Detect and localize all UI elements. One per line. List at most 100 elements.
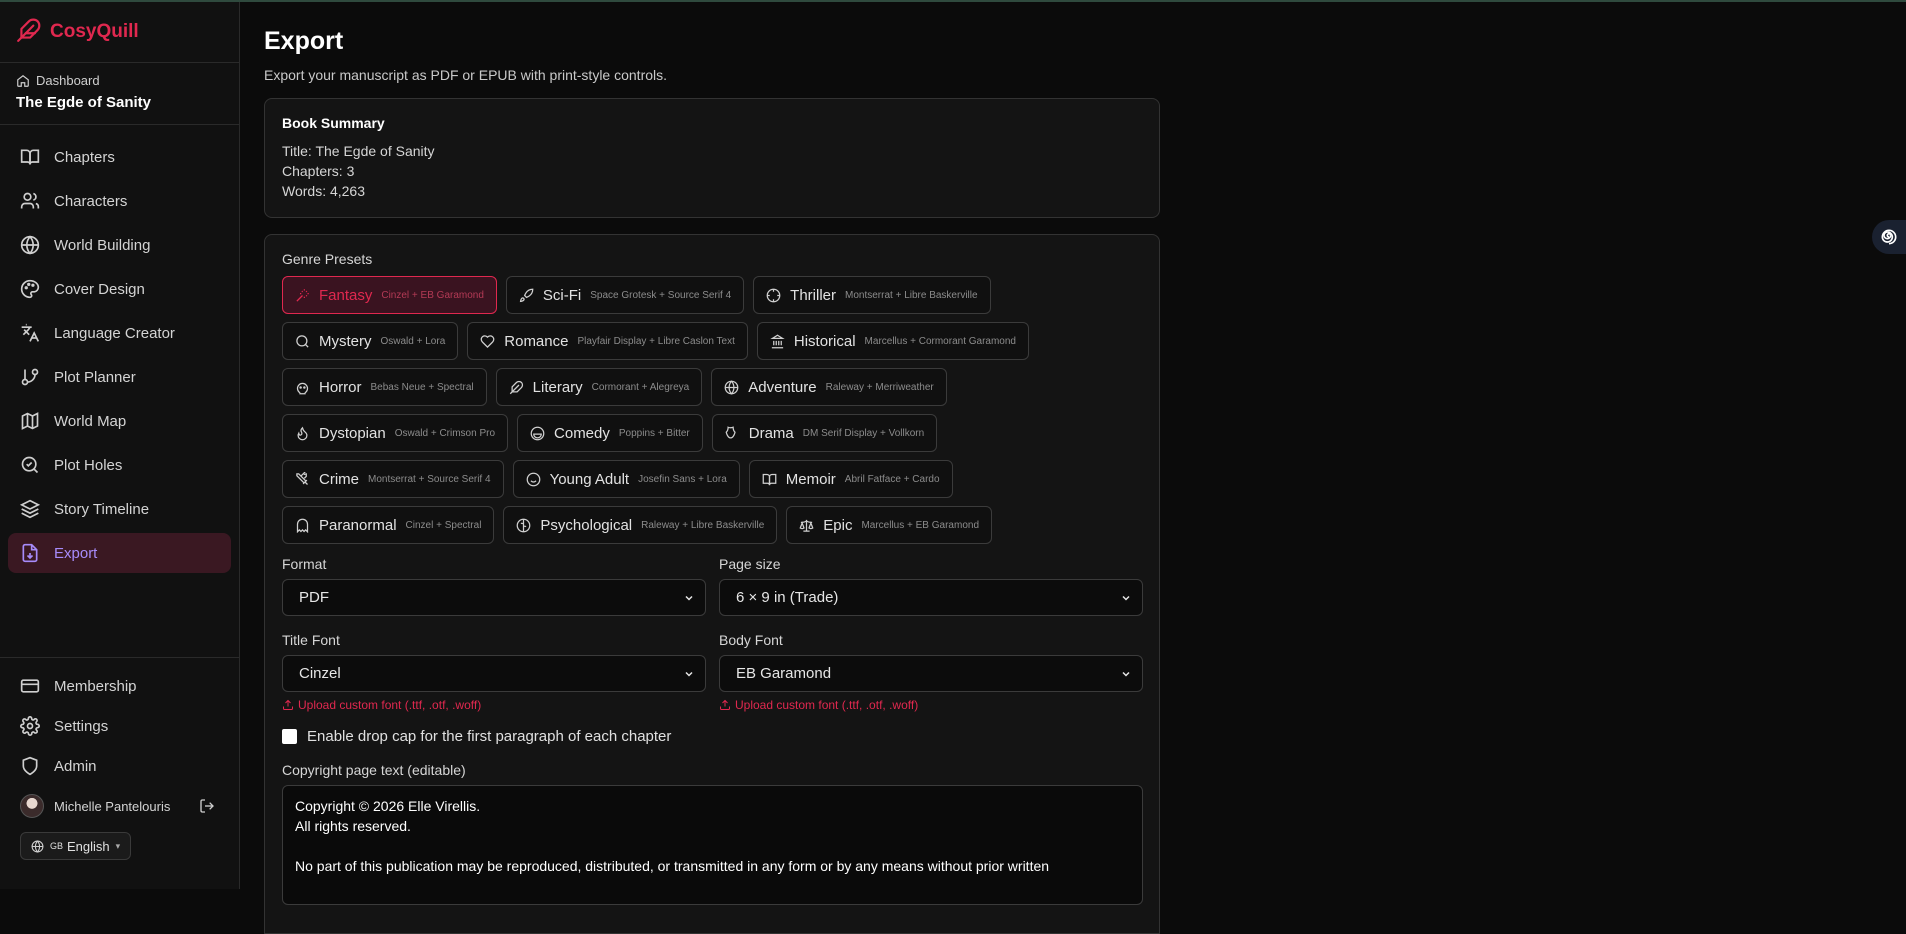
rocket-icon xyxy=(519,288,534,302)
brand[interactable]: CosyQuill xyxy=(0,2,239,63)
upload-title-font-link[interactable]: Upload custom font (.ttf, .otf, .woff) xyxy=(282,698,706,712)
smile-icon xyxy=(526,472,540,486)
sidebar-item-characters[interactable]: Characters xyxy=(8,181,231,221)
landmark-icon xyxy=(770,334,785,348)
preset-fonts: Bebas Neue + Spectral xyxy=(370,381,474,393)
preset-literary[interactable]: Literary Cormorant + Alegreya xyxy=(495,368,703,406)
title-font-label: Title Font xyxy=(282,632,340,648)
preset-dystopian[interactable]: Dystopian Oswald + Crimson Pro xyxy=(282,414,509,452)
title-font-select[interactable]: Cinzel xyxy=(282,655,706,692)
logout-icon[interactable] xyxy=(199,798,215,814)
preset-row: Dystopian Oswald + Crimson Pro Comedy Po… xyxy=(282,414,1143,452)
preset-drama[interactable]: Drama DM Serif Display + Vollkorn xyxy=(711,414,938,452)
floating-assistant-button[interactable] xyxy=(1872,220,1906,254)
sidebar-item-plot-holes[interactable]: Plot Holes xyxy=(8,445,231,485)
preset-fonts: Oswald + Lora xyxy=(380,335,446,347)
drop-cap-checkbox[interactable] xyxy=(282,729,297,744)
brain-icon xyxy=(517,518,531,532)
sidebar-item-chapters[interactable]: Chapters xyxy=(8,137,231,177)
membership-label: Membership xyxy=(54,677,137,695)
format-value: PDF xyxy=(299,589,329,606)
sidebar-item-label: Plot Holes xyxy=(54,456,123,474)
body-font-group: Body Font EB Garamond Upload custom font… xyxy=(719,632,1143,712)
sidebar-item-cover-design[interactable]: Cover Design xyxy=(8,269,231,309)
preset-romance[interactable]: Romance Playfair Display + Libre Caslon … xyxy=(467,322,748,360)
preset-historical[interactable]: Historical Marcellus + Cormorant Garamon… xyxy=(756,322,1029,360)
preset-paranormal[interactable]: Paranormal Cinzel + Spectral xyxy=(282,506,495,544)
language-selector[interactable]: GB English ▾ xyxy=(20,832,132,860)
sidebar-item-language-creator[interactable]: Language Creator xyxy=(8,313,231,353)
format-group: Format PDF xyxy=(282,556,706,616)
preset-fonts: Poppins + Bitter xyxy=(618,427,690,439)
home-icon xyxy=(17,74,29,87)
membership-link[interactable]: Membership xyxy=(8,666,231,706)
skull-icon xyxy=(296,382,309,394)
sidebar-nav: Chapters Characters World Building Cover… xyxy=(0,125,239,573)
preset-fonts: Playfair Display + Libre Caslon Text xyxy=(577,335,735,347)
page-size-label: Page size xyxy=(719,556,781,572)
feather-logo-icon xyxy=(16,17,42,48)
globe-icon xyxy=(724,379,739,395)
summary-chapters: Chapters: 3 xyxy=(282,163,355,179)
swords-icon xyxy=(296,471,308,485)
spiral-icon xyxy=(1881,229,1897,245)
preset-horror[interactable]: Horror Bebas Neue + Spectral xyxy=(282,368,487,406)
title-font-value: Cinzel xyxy=(299,665,341,682)
summary-title: Title: The Egde of Sanity xyxy=(282,143,435,159)
drop-cap-option: Enable drop cap for the first paragraph … xyxy=(282,728,1143,745)
copyright-textarea[interactable]: Copyright © 2026 Elle Virellis. All righ… xyxy=(282,785,1143,905)
settings-link[interactable]: Settings xyxy=(8,706,231,746)
preset-fantasy[interactable]: Fantasy Cinzel + EB Garamond xyxy=(282,276,497,314)
sidebar-item-label: Story Timeline xyxy=(54,500,150,518)
admin-link[interactable]: Admin xyxy=(8,746,231,786)
preset-crime[interactable]: Crime Montserrat + Source Serif 4 xyxy=(282,460,504,498)
upload-icon xyxy=(720,699,730,710)
book-open-icon xyxy=(20,149,40,165)
export-settings-card: Genre Presets Fantasy Cinzel + EB Garamo… xyxy=(264,234,1160,934)
sidebar-item-story-timeline[interactable]: Story Timeline xyxy=(8,489,231,529)
upload-body-font-link[interactable]: Upload custom font (.ttf, .otf, .woff) xyxy=(719,698,1143,712)
sidebar-item-world-map[interactable]: World Map xyxy=(8,401,231,441)
user-profile[interactable]: Michelle Pantelouris xyxy=(8,786,231,826)
sidebar-footer: Membership Settings Admin Michelle Pante… xyxy=(0,657,239,860)
preset-memoir[interactable]: Memoir Abril Fatface + Cardo xyxy=(748,460,953,498)
page-size-value: 6 × 9 in (Trade) xyxy=(736,589,839,606)
preset-adventure[interactable]: Adventure Raleway + Merriweather xyxy=(711,368,947,406)
sidebar-item-world-building[interactable]: World Building xyxy=(8,225,231,265)
preset-name: Adventure xyxy=(748,378,817,396)
preset-fonts: Raleway + Merriweather xyxy=(825,381,934,393)
preset-psychological[interactable]: Psychological Raleway + Libre Baskervill… xyxy=(503,506,778,544)
preset-row: Paranormal Cinzel + Spectral Psychologic… xyxy=(282,506,1143,544)
body-font-select[interactable]: EB Garamond xyxy=(719,655,1143,692)
page-size-select[interactable]: 6 × 9 in (Trade) xyxy=(719,579,1143,616)
preset-sci-fi[interactable]: Sci-Fi Space Grotesk + Source Serif 4 xyxy=(505,276,745,314)
preset-row: Crime Montserrat + Source Serif 4 Young … xyxy=(282,460,1143,498)
language-code: GB xyxy=(50,841,64,851)
preset-epic[interactable]: Epic Marcellus + EB Garamond xyxy=(786,506,993,544)
dashboard-link[interactable]: Dashboard xyxy=(16,73,223,88)
users-icon xyxy=(20,192,40,209)
project-header: Dashboard The Egde of Sanity xyxy=(0,63,239,125)
drop-cap-label: Enable drop cap for the first paragraph … xyxy=(307,728,672,745)
ghost-icon xyxy=(296,518,309,533)
sidebar-item-label: Cover Design xyxy=(54,280,145,298)
sidebar-item-label: Export xyxy=(54,544,98,562)
format-select[interactable]: PDF xyxy=(282,579,706,616)
preset-young-adult[interactable]: Young Adult Josefin Sans + Lora xyxy=(512,460,740,498)
flame-icon xyxy=(297,426,308,440)
preset-thriller[interactable]: Thriller Montserrat + Libre Baskerville xyxy=(753,276,991,314)
preset-mystery[interactable]: Mystery Oswald + Lora xyxy=(282,322,459,360)
laugh-icon xyxy=(530,426,545,440)
shield-icon xyxy=(22,756,38,776)
sidebar-item-plot-planner[interactable]: Plot Planner xyxy=(8,357,231,397)
avatar xyxy=(20,794,44,818)
git-branch-icon xyxy=(21,368,39,386)
preset-fonts: Cinzel + Spectral xyxy=(405,519,482,531)
sidebar-item-export[interactable]: Export xyxy=(8,533,231,573)
preset-fonts: Abril Fatface + Cardo xyxy=(844,473,940,485)
admin-label: Admin xyxy=(54,757,97,775)
preset-row: Horror Bebas Neue + Spectral Literary Co… xyxy=(282,368,1143,406)
preset-name: Romance xyxy=(504,332,569,350)
preset-comedy[interactable]: Comedy Poppins + Bitter xyxy=(517,414,703,452)
preset-name: Horror xyxy=(319,378,362,396)
